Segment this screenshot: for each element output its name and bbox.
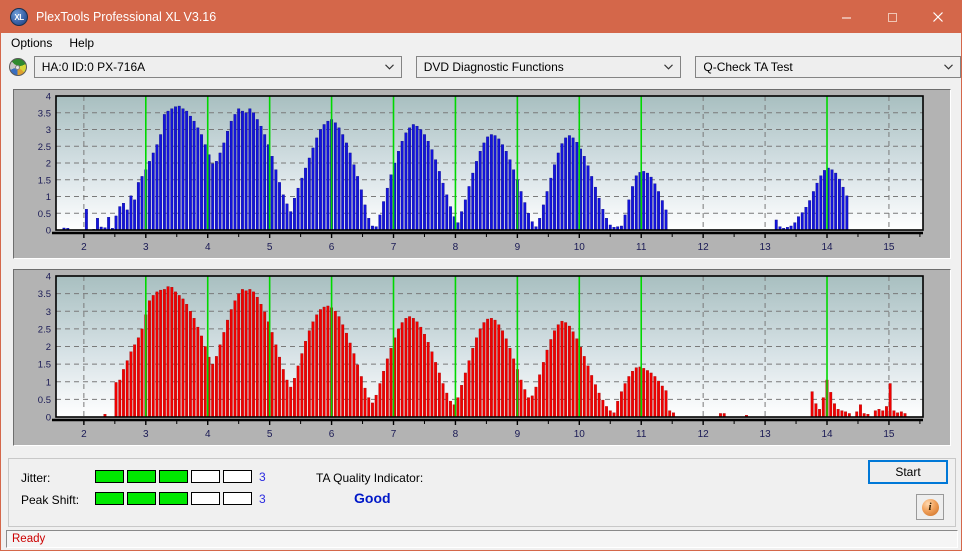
test-select[interactable]: Q-Check TA Test [695, 56, 962, 78]
svg-text:12: 12 [698, 242, 710, 253]
svg-text:2.5: 2.5 [38, 142, 51, 153]
peak-shift-label: Peak Shift: [21, 493, 80, 507]
svg-text:12: 12 [698, 429, 710, 440]
svg-text:0.5: 0.5 [38, 209, 51, 220]
svg-text:3: 3 [46, 125, 51, 136]
svg-text:2.5: 2.5 [38, 324, 51, 335]
peak-shift-meter [95, 492, 252, 505]
drive-select[interactable]: HA:0 ID:0 PX-716A [33, 56, 402, 78]
svg-text:3: 3 [46, 307, 51, 318]
svg-text:3: 3 [143, 429, 149, 440]
chevron-down-icon [664, 57, 674, 77]
svg-text:9: 9 [515, 429, 521, 440]
peak-shift-chart-panel: 0 0.5 1 1.5 2 2.5 3 3.5 4 2 3 4 5 6 7 8 9 10 11 12 13 14 15 [13, 269, 951, 446]
svg-text:6: 6 [329, 429, 335, 440]
svg-text:7: 7 [391, 429, 397, 440]
info-button[interactable]: i [916, 494, 944, 520]
info-icon: i [921, 498, 939, 516]
svg-text:2: 2 [81, 242, 87, 253]
svg-text:2: 2 [81, 429, 87, 440]
svg-text:8: 8 [453, 242, 459, 253]
svg-text:2: 2 [46, 342, 51, 353]
status-bar: Ready [6, 530, 958, 548]
menu-bar: Options Help [1, 33, 961, 53]
svg-text:4: 4 [205, 242, 211, 253]
meter-segment [95, 492, 124, 505]
svg-text:14: 14 [821, 429, 833, 440]
meter-segment [191, 492, 220, 505]
ta-quality-value: Good [354, 490, 391, 506]
disc-icon [9, 58, 27, 76]
svg-text:11: 11 [636, 242, 647, 253]
minimize-icon[interactable] [823, 1, 869, 33]
jitter-label: Jitter: [21, 471, 51, 485]
svg-text:9: 9 [515, 242, 521, 253]
drive-select-value: HA:0 ID:0 PX-716A [41, 60, 146, 74]
ta-quality-label: TA Quality Indicator: [316, 471, 424, 485]
maximize-icon[interactable] [869, 1, 915, 33]
svg-text:5: 5 [267, 429, 273, 440]
meter-segment [223, 470, 252, 483]
svg-text:8: 8 [453, 429, 459, 440]
chevron-down-icon [384, 57, 394, 77]
svg-text:5: 5 [267, 242, 273, 253]
window-title: PlexTools Professional XL V3.16 [36, 10, 217, 24]
svg-text:6: 6 [329, 242, 335, 253]
svg-text:0: 0 [46, 413, 51, 424]
test-select-value: Q-Check TA Test [703, 60, 793, 74]
meter-segment [127, 470, 156, 483]
meter-segment [159, 492, 188, 505]
function-select-value: DVD Diagnostic Functions [423, 60, 564, 74]
peak-shift-value: 3 [259, 492, 266, 506]
svg-text:14: 14 [821, 242, 833, 253]
svg-text:2: 2 [46, 159, 51, 170]
chevron-down-icon [944, 57, 953, 77]
title-bar: XL PlexTools Professional XL V3.16 [1, 1, 961, 33]
svg-text:7: 7 [391, 242, 397, 253]
jitter-value: 3 [259, 470, 266, 484]
svg-text:10: 10 [574, 429, 586, 440]
toolbar: HA:0 ID:0 PX-716A DVD Diagnostic Functio… [1, 53, 962, 81]
peak-shift-chart: 0 0.5 1 1.5 2 2.5 3 3.5 4 2 3 4 5 6 7 8 9 10 11 12 13 14 15 [38, 272, 924, 440]
application-window: XL PlexTools Professional XL V3.16 Optio… [0, 0, 962, 551]
svg-text:1: 1 [46, 192, 51, 203]
menu-item-options[interactable]: Options [4, 34, 59, 52]
svg-text:4: 4 [46, 92, 51, 103]
jitter-meter [95, 470, 252, 483]
svg-text:1.5: 1.5 [38, 360, 51, 371]
meter-segment [159, 470, 188, 483]
menu-item-help[interactable]: Help [62, 34, 101, 52]
results-panel: Jitter: 3 Peak Shift: 3 TA Quality Indic… [8, 458, 956, 527]
svg-text:4: 4 [205, 429, 211, 440]
function-select[interactable]: DVD Diagnostic Functions [415, 56, 682, 78]
app-logo-icon: XL [10, 8, 28, 26]
meter-segment [223, 492, 252, 505]
status-text: Ready [12, 533, 46, 545]
svg-text:11: 11 [636, 429, 647, 440]
meter-segment [191, 470, 220, 483]
svg-text:3.5: 3.5 [38, 289, 51, 300]
svg-text:3.5: 3.5 [38, 108, 51, 119]
jitter-chart-panel: 0 0.5 1 1.5 2 2.5 3 3.5 4 2 3 4 5 6 7 8 9 10 11 12 13 14 15 [13, 89, 951, 259]
jitter-chart: 0 0.5 1 1.5 2 2.5 3 3.5 4 2 3 4 5 6 7 8 9 10 11 12 13 14 15 [38, 92, 924, 253]
svg-text:1.5: 1.5 [38, 175, 51, 186]
svg-text:15: 15 [883, 429, 895, 440]
meter-segment [127, 492, 156, 505]
meter-segment [95, 470, 124, 483]
svg-text:0: 0 [46, 226, 51, 237]
start-button[interactable]: Start [868, 460, 948, 484]
svg-text:15: 15 [883, 242, 895, 253]
svg-text:13: 13 [760, 429, 772, 440]
window-controls [823, 1, 961, 33]
close-icon[interactable] [915, 1, 961, 33]
svg-text:4: 4 [46, 272, 51, 283]
svg-text:3: 3 [143, 242, 149, 253]
svg-text:10: 10 [574, 242, 586, 253]
svg-text:1: 1 [46, 377, 51, 388]
svg-text:13: 13 [760, 242, 772, 253]
svg-text:0.5: 0.5 [38, 395, 51, 406]
